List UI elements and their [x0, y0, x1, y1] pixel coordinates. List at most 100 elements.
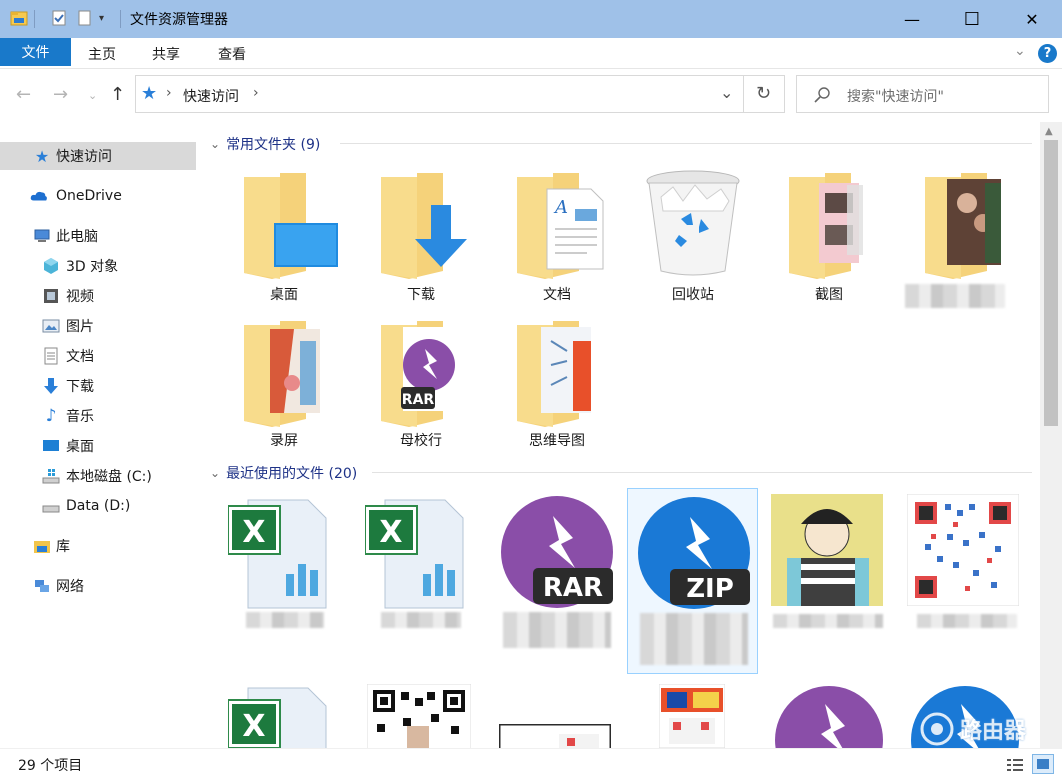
folder-item-documents[interactable]: A 文档	[489, 165, 625, 311]
recent-file-zip-selected[interactable]: ZIP	[627, 488, 758, 674]
documents-folder-icon: A	[517, 173, 604, 279]
sidebar-item-libraries[interactable]: 库	[0, 532, 196, 560]
item-label: 下载	[407, 287, 435, 303]
folder-item-mindmap[interactable]: 思维导图	[489, 313, 625, 459]
address-bar[interactable]: ★ › 快速访问 › ⌄ ↻	[135, 75, 785, 113]
recent-file-qr-photo[interactable]	[353, 684, 489, 748]
scrollbar-thumb[interactable]	[1044, 140, 1058, 426]
screenshot-folder-icon	[789, 173, 863, 279]
folder-item-recycle-bin[interactable]: 回收站	[625, 165, 761, 311]
sidebar-item-desktop[interactable]: 桌面	[0, 432, 196, 460]
image-thumbnail-icon	[771, 494, 883, 606]
recent-file-illustration[interactable]	[761, 490, 897, 636]
recent-file-excel-1[interactable]: X	[216, 490, 352, 636]
address-dropdown-icon[interactable]: ⌄	[720, 83, 733, 102]
expand-ribbon-icon[interactable]: ⌄	[1014, 43, 1026, 59]
properties-icon[interactable]	[50, 10, 68, 26]
folder-item-desktop[interactable]: 桌面	[216, 165, 352, 311]
folder-item-recordings[interactable]: 录屏	[216, 313, 352, 459]
recent-file-rar[interactable]: RAR	[489, 490, 625, 648]
up-button[interactable]: ↑	[110, 84, 125, 105]
image-thumbnail-icon	[659, 684, 725, 748]
sidebar-item-music[interactable]: ♪ 音乐	[0, 402, 196, 430]
sidebar-item-3d-objects[interactable]: 3D 对象	[0, 252, 196, 280]
breadcrumb-quick-access[interactable]: 快速访问	[183, 86, 239, 106]
item-label: 录屏	[270, 433, 298, 449]
details-view-icon[interactable]	[1006, 757, 1024, 773]
sidebar-item-network[interactable]: 网络	[0, 572, 196, 600]
item-label: 回收站	[672, 287, 714, 303]
film-icon	[44, 289, 58, 303]
breadcrumb-chevron-icon[interactable]: ›	[166, 85, 172, 101]
computer-icon	[34, 229, 50, 242]
help-button[interactable]: ?	[1038, 44, 1057, 63]
item-label: 截图	[815, 287, 843, 303]
recent-file-rar-2[interactable]	[761, 684, 897, 748]
excel-badge: X	[379, 515, 402, 550]
sidebar-item-this-pc[interactable]: 此电脑	[0, 222, 196, 250]
maximize-button[interactable]: ☐	[949, 0, 995, 38]
sidebar-item-label: 此电脑	[56, 229, 98, 245]
address-divider	[743, 76, 744, 112]
collapse-chevron-icon[interactable]: ⌄	[210, 466, 220, 480]
music-icon: ♪	[45, 406, 57, 426]
collapse-chevron-icon[interactable]: ⌄	[210, 137, 220, 151]
new-folder-icon[interactable]	[76, 10, 94, 26]
sidebar-item-label: 本地磁盘 (C:)	[66, 469, 152, 485]
sidebar-item-drive-c[interactable]: 本地磁盘 (C:)	[0, 462, 196, 490]
sidebar-item-pictures[interactable]: 图片	[0, 312, 196, 340]
item-label: 母校行	[400, 433, 442, 449]
sidebar-item-quick-access[interactable]: ★ 快速访问	[0, 142, 196, 170]
excel-badge: X	[242, 709, 265, 744]
title-divider	[120, 10, 121, 28]
sidebar-item-label: 文档	[66, 349, 94, 365]
sidebar-item-downloads[interactable]: 下载	[0, 372, 196, 400]
scroll-up-icon[interactable]: ▲	[1045, 126, 1053, 137]
network-icon	[35, 580, 49, 592]
sidebar-item-videos[interactable]: 视频	[0, 282, 196, 310]
search-input[interactable]: 搜索"快速访问"	[847, 86, 944, 106]
section-divider	[372, 472, 1032, 473]
cube-icon	[44, 258, 58, 274]
sidebar-item-label: 视频	[66, 289, 94, 305]
search-box[interactable]: 搜索"快速访问"	[796, 75, 1049, 113]
minimize-button[interactable]: —	[889, 0, 935, 38]
tab-view[interactable]: 查看	[218, 44, 246, 64]
library-icon	[34, 541, 50, 553]
item-count: 29 个项目	[18, 758, 83, 774]
sidebar-item-onedrive[interactable]: OneDrive	[0, 182, 196, 210]
recent-file-poster[interactable]	[489, 684, 625, 748]
section-header-recent[interactable]: ⌄ 最近使用的文件 (20)	[210, 463, 357, 483]
tab-share[interactable]: 共享	[152, 44, 180, 64]
recent-locations-icon[interactable]: ⌄	[88, 89, 97, 102]
desktop-folder-icon	[244, 173, 338, 279]
refresh-icon[interactable]: ↻	[756, 83, 771, 104]
qat-dropdown-icon[interactable]: ▾	[99, 13, 117, 29]
sidebar-item-label: 下载	[66, 379, 94, 395]
excel-file-icon: X	[228, 687, 327, 748]
tab-home[interactable]: 主页	[88, 44, 116, 64]
recording-folder-icon	[244, 321, 320, 427]
sidebar-item-label: 3D 对象	[66, 259, 119, 275]
tab-file[interactable]: 文件	[0, 38, 71, 66]
folder-item-alma-mater[interactable]: RAR 母校行	[353, 313, 489, 459]
sidebar-item-drive-d[interactable]: Data (D:)	[0, 492, 196, 520]
back-button[interactable]: ←	[16, 84, 31, 105]
large-icons-view-button[interactable]	[1032, 754, 1054, 774]
close-button[interactable]: ✕	[1009, 0, 1055, 38]
breadcrumb-chevron-icon[interactable]: ›	[253, 85, 259, 101]
forward-button[interactable]: →	[53, 84, 68, 105]
recent-file-excel-3[interactable]: X	[216, 684, 352, 748]
recycle-bin-icon	[646, 170, 740, 276]
image-thumbnail-icon	[499, 724, 611, 748]
folder-item-downloads[interactable]: 下载	[353, 165, 489, 311]
folder-item-screenshots[interactable]: 截图	[761, 165, 897, 311]
sidebar-item-documents[interactable]: 文档	[0, 342, 196, 370]
recent-file-excel-2[interactable]: X	[353, 490, 489, 636]
blurred-label	[246, 612, 324, 628]
folder-item-photos[interactable]	[897, 165, 1033, 311]
recent-file-poster-qr[interactable]	[625, 684, 761, 748]
section-header-frequent[interactable]: ⌄ 常用文件夹 (9)	[210, 134, 320, 154]
document-icon	[44, 347, 58, 365]
recent-file-qrcode[interactable]	[897, 490, 1033, 636]
